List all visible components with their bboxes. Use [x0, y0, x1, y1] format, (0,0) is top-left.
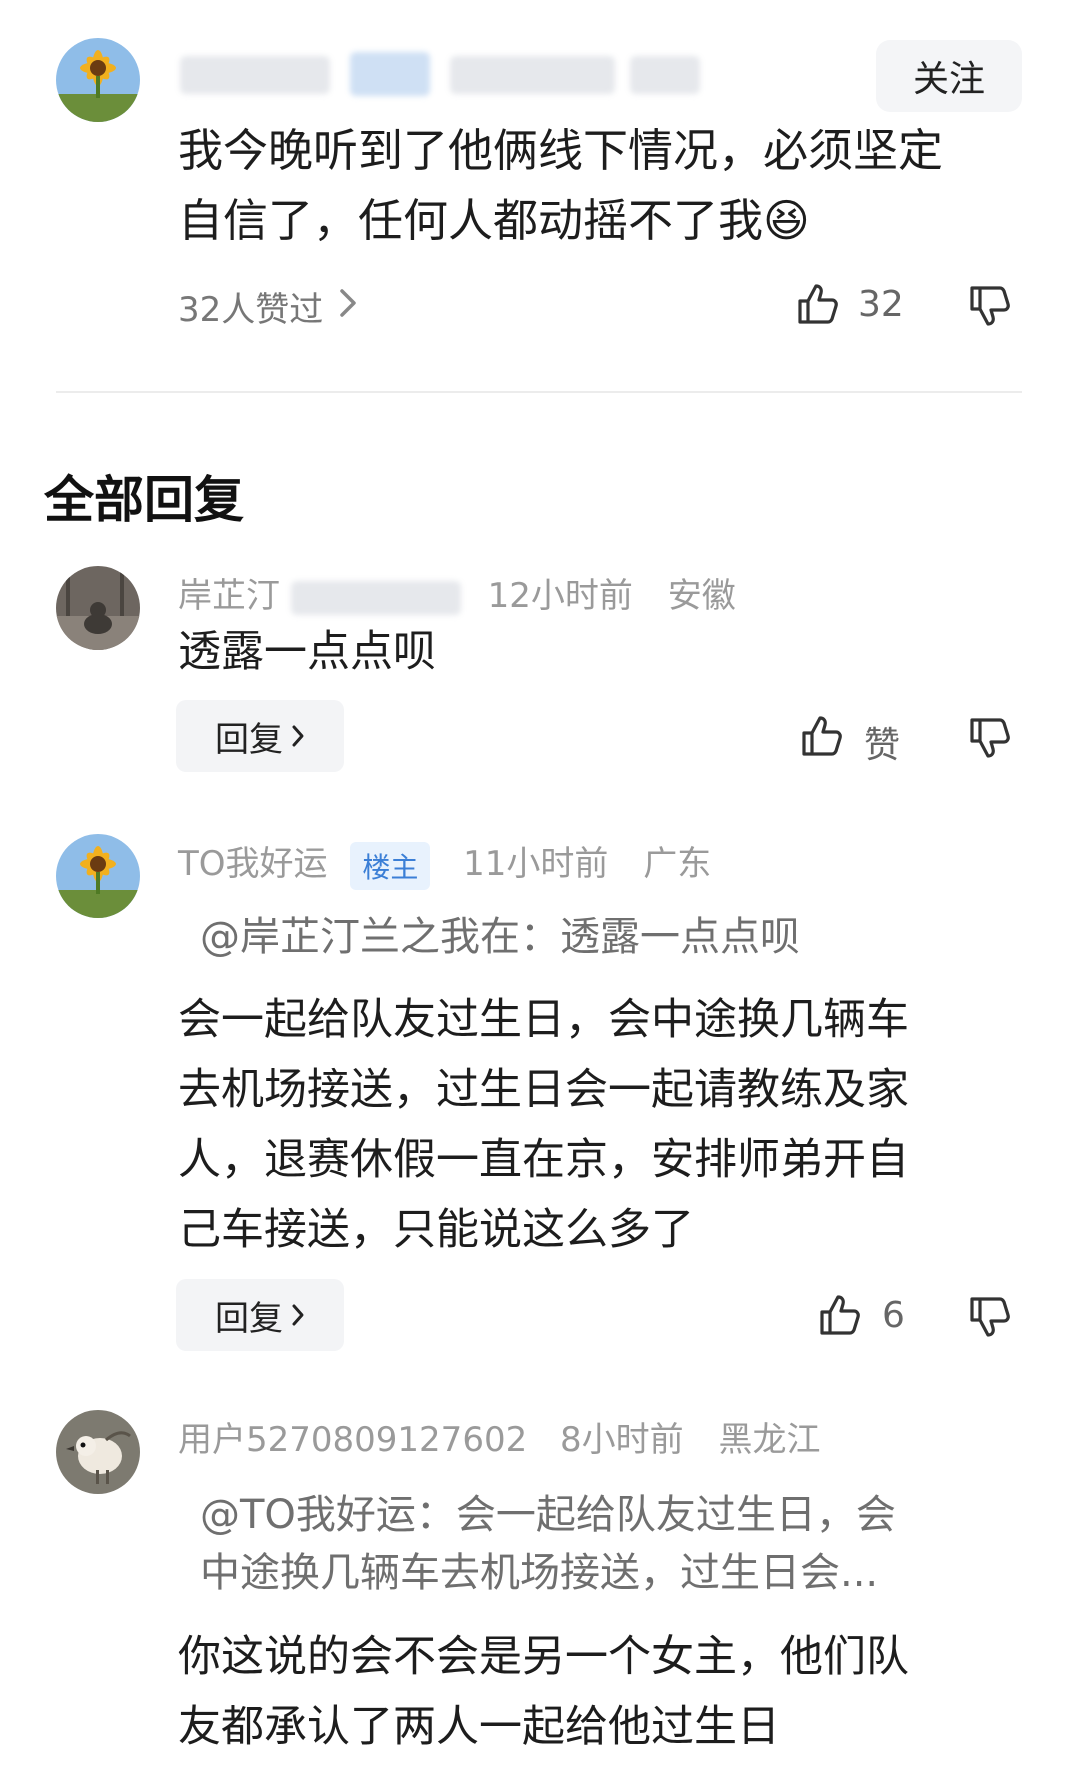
op-badge: 楼主 [350, 841, 431, 890]
timestamp: 11小时前 [463, 844, 609, 884]
quoted-text: @岸芷汀兰之我在：透露一点点呗 [200, 914, 800, 960]
blurred-meta [630, 56, 700, 94]
reply-label: 回复 [215, 1298, 283, 1339]
chevron-right-icon [292, 725, 304, 747]
blurred-meta [450, 56, 615, 94]
timestamp: 8小时前 [560, 1420, 684, 1460]
quoted-text-line: @TO我好运：会一起给队友过生日，会 [200, 1492, 896, 1538]
reply-text-line: 去机场接送，过生日会一起请教练及家 [178, 1065, 909, 1115]
chevron-right-icon [339, 288, 357, 326]
reply-button[interactable]: 回复 [176, 700, 344, 772]
thumbs-down-icon[interactable] [968, 1295, 1012, 1339]
avatar[interactable] [56, 566, 140, 650]
comment-text-line: 我今晚听到了他俩线下情况，必须坚定 [178, 124, 944, 177]
likers-link[interactable]: 32人赞过 [178, 282, 357, 331]
chevron-right-icon [292, 1304, 304, 1326]
location: 广东 [643, 844, 712, 884]
reply-text-line: 友都承认了两人一起给他过生日 [178, 1702, 780, 1752]
reply-meta: 用户5270809127602 8小时前 黑龙江 [178, 1412, 820, 1461]
blurred-username [290, 580, 461, 615]
reply-label: 回复 [215, 719, 283, 760]
like-count: 32 [858, 284, 904, 325]
blurred-badge [350, 52, 430, 96]
username[interactable]: 用户5270809127602 [178, 1420, 527, 1460]
reply-meta: 岸芷汀 12小时前 安徽 [178, 568, 736, 617]
reply-text: 透露一点点呗 [178, 627, 436, 677]
username[interactable]: TO我好运 [178, 844, 328, 884]
reply-text-line: 人，退赛休假一直在京，安排师弟开自 [178, 1135, 909, 1185]
thumbs-up-icon[interactable] [796, 282, 840, 326]
avatar[interactable] [56, 834, 140, 918]
comment-text: 自信了，任何人都动摇不了我 [178, 194, 764, 247]
avatar[interactable] [56, 38, 140, 122]
location: 黑龙江 [718, 1420, 821, 1460]
follow-button[interactable]: 关注 [876, 40, 1022, 112]
section-title: 全部回复 [44, 471, 244, 529]
reply-text-line: 你这说的会不会是另一个女主，他们队 [178, 1632, 909, 1682]
like-label: 赞 [864, 725, 901, 766]
reply-text-line: 己车接送，只能说这么多了 [178, 1205, 694, 1255]
like-count: 6 [882, 1295, 905, 1336]
username[interactable]: 岸芷汀 [178, 576, 280, 616]
thumbs-up-icon[interactable] [818, 1293, 862, 1337]
comment-text-line: 自信了，任何人都动摇不了我😆 [178, 187, 810, 255]
thumbs-down-icon[interactable] [968, 284, 1012, 328]
blurred-username [180, 56, 330, 94]
divider [56, 391, 1022, 393]
location: 安徽 [667, 576, 736, 616]
likers-text: 32人赞过 [178, 290, 324, 330]
reply-button[interactable]: 回复 [176, 1279, 344, 1351]
laughing-emoji-icon: 😆 [763, 194, 810, 247]
thumbs-up-icon[interactable] [800, 714, 844, 758]
thumbs-down-icon[interactable] [968, 716, 1012, 760]
quoted-text-line: 中途换几辆车去机场接送，过生日会... [200, 1550, 879, 1596]
avatar[interactable] [56, 1410, 140, 1494]
reply-meta: TO我好运 楼主 11小时前 广东 [178, 836, 711, 890]
timestamp: 12小时前 [487, 576, 633, 616]
reply-text-line: 会一起给队友过生日，会中途换几辆车 [178, 995, 909, 1045]
